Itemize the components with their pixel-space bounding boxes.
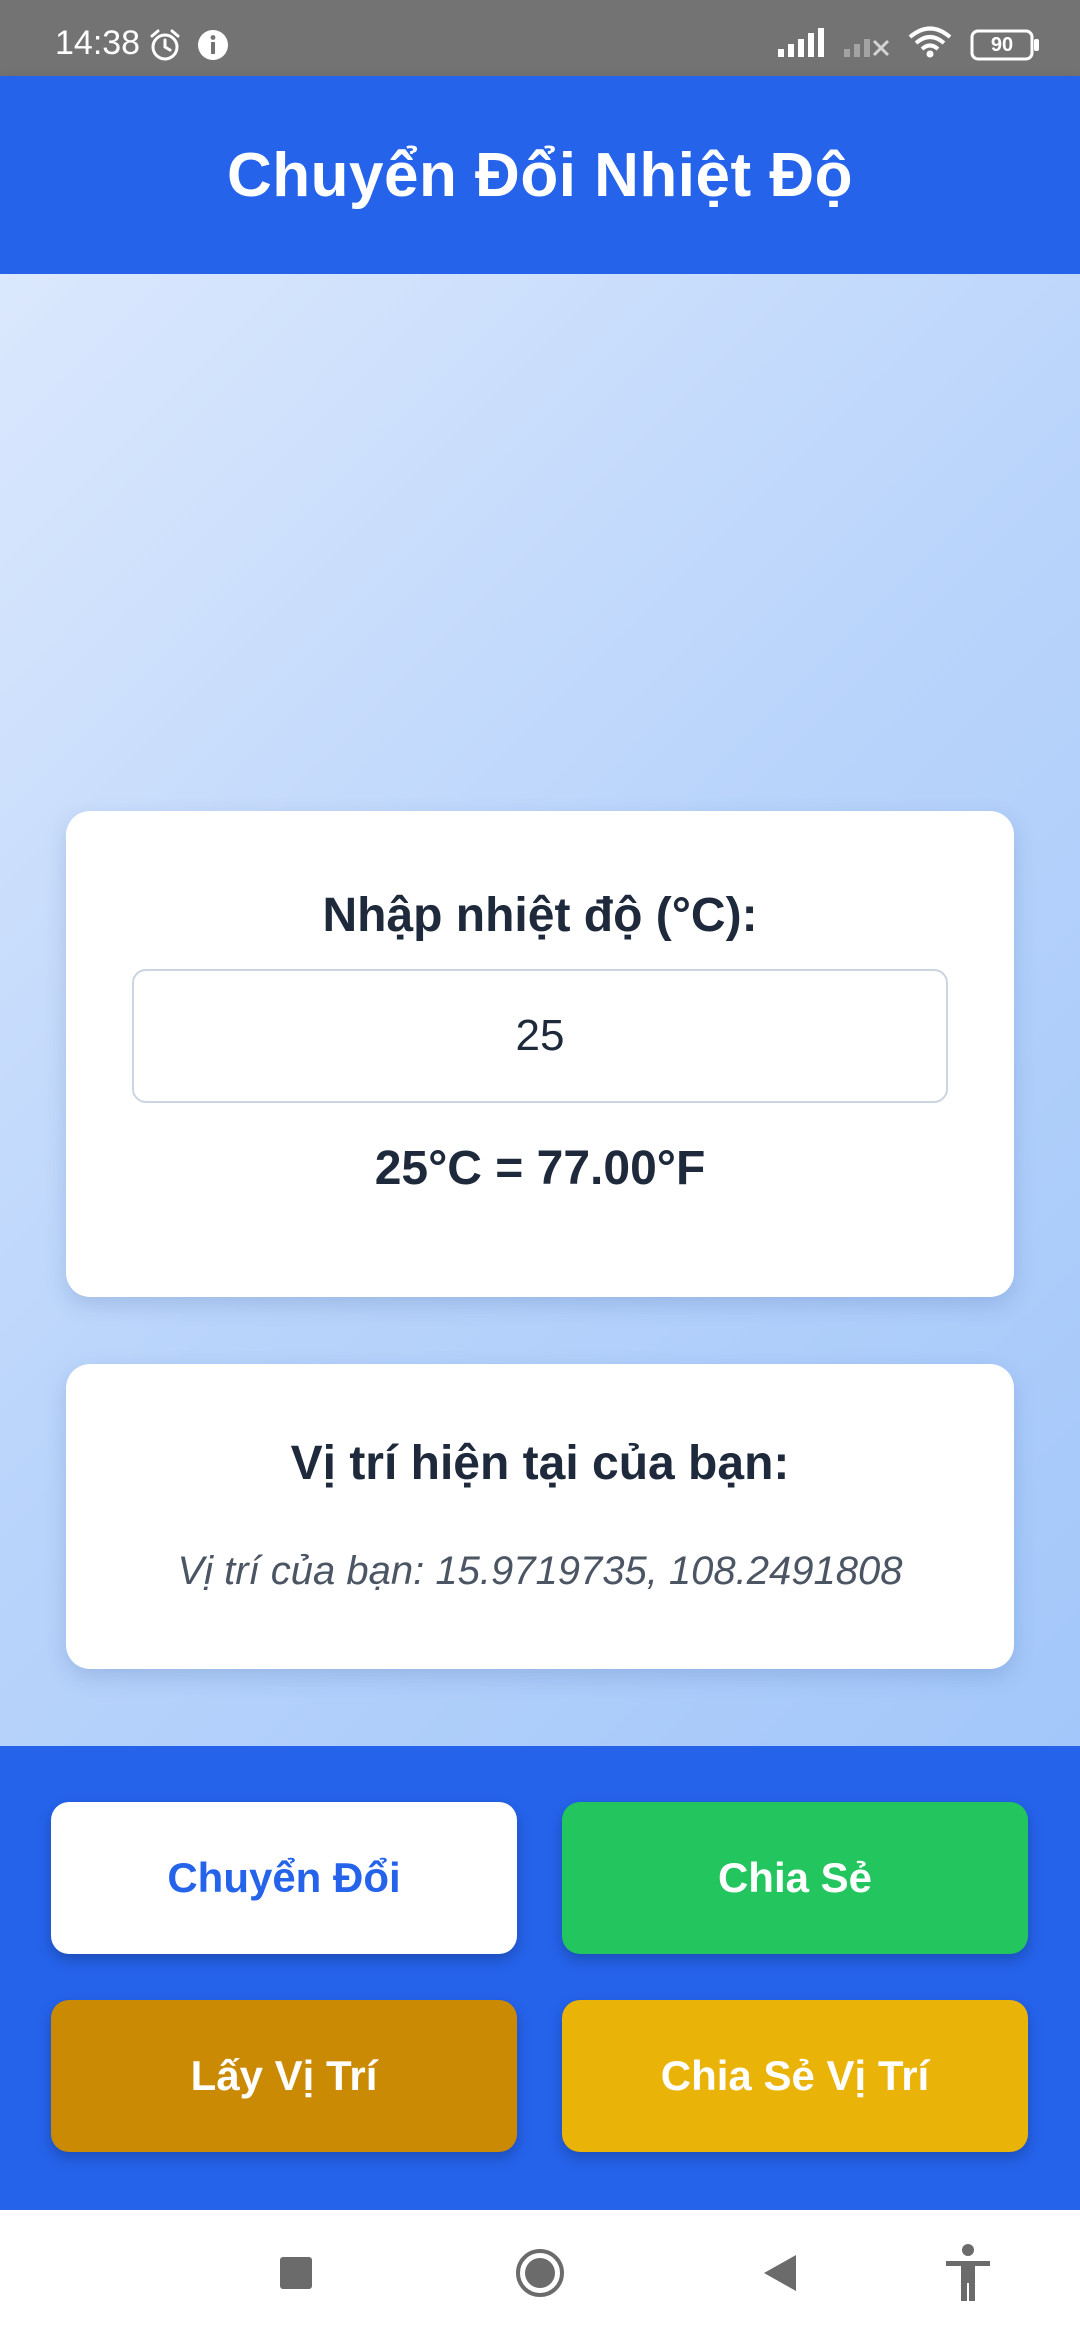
conversion-result: 25°C = 77.00°F — [374, 1142, 706, 1195]
get-location-button[interactable]: Lấy Vị Trí — [51, 2000, 517, 2152]
system-nav-bar — [0, 2210, 1080, 2340]
temperature-card: Nhập nhiệt độ (°C): 25°C = 77.00°F — [66, 811, 1014, 1297]
temperature-input[interactable] — [132, 969, 948, 1103]
app-bar: Chuyển Đổi Nhiệt Độ — [0, 76, 1080, 274]
signal-icon — [776, 27, 824, 62]
accessibility-button[interactable] — [918, 2210, 1018, 2340]
convert-button[interactable]: Chuyển Đổi — [51, 1802, 517, 1954]
share-button[interactable]: Chia Sẻ — [562, 1802, 1028, 1954]
info-icon — [196, 28, 230, 67]
home-button[interactable] — [490, 2210, 590, 2340]
alarm-icon — [148, 28, 182, 67]
back-button[interactable] — [730, 2210, 830, 2340]
temperature-label: Nhập nhiệt độ (°C): — [322, 889, 758, 942]
battery-icon: 90 — [970, 29, 1040, 61]
back-triangle-icon — [762, 2253, 798, 2298]
accessibility-icon — [943, 2243, 993, 2308]
signal-off-icon — [842, 27, 890, 62]
location-card: Vị trí hiện tại của bạn: Vị trí của bạn:… — [66, 1364, 1014, 1669]
location-coordinates: Vị trí của bạn: 15.9719735, 108.2491808 — [177, 1549, 903, 1593]
recents-square-icon — [278, 2255, 314, 2296]
battery-level: 90 — [990, 33, 1014, 56]
wifi-icon — [908, 26, 952, 63]
action-panel: Chuyển Đổi Chia Sẻ Lấy Vị Trí Chia Sẻ Vị… — [0, 1746, 1080, 2210]
recents-button[interactable] — [246, 2210, 346, 2340]
home-circle-icon — [514, 2247, 566, 2304]
main-content: Nhập nhiệt độ (°C): 25°C = 77.00°F Vị tr… — [0, 274, 1080, 1746]
share-location-button[interactable]: Chia Sẻ Vị Trí — [562, 2000, 1028, 2152]
page-title: Chuyển Đổi Nhiệt Độ — [226, 140, 854, 210]
location-heading: Vị trí hiện tại của bạn: — [290, 1437, 790, 1490]
status-bar: 14:38 90 — [0, 0, 1080, 76]
status-time: 14:38 — [55, 24, 141, 62]
